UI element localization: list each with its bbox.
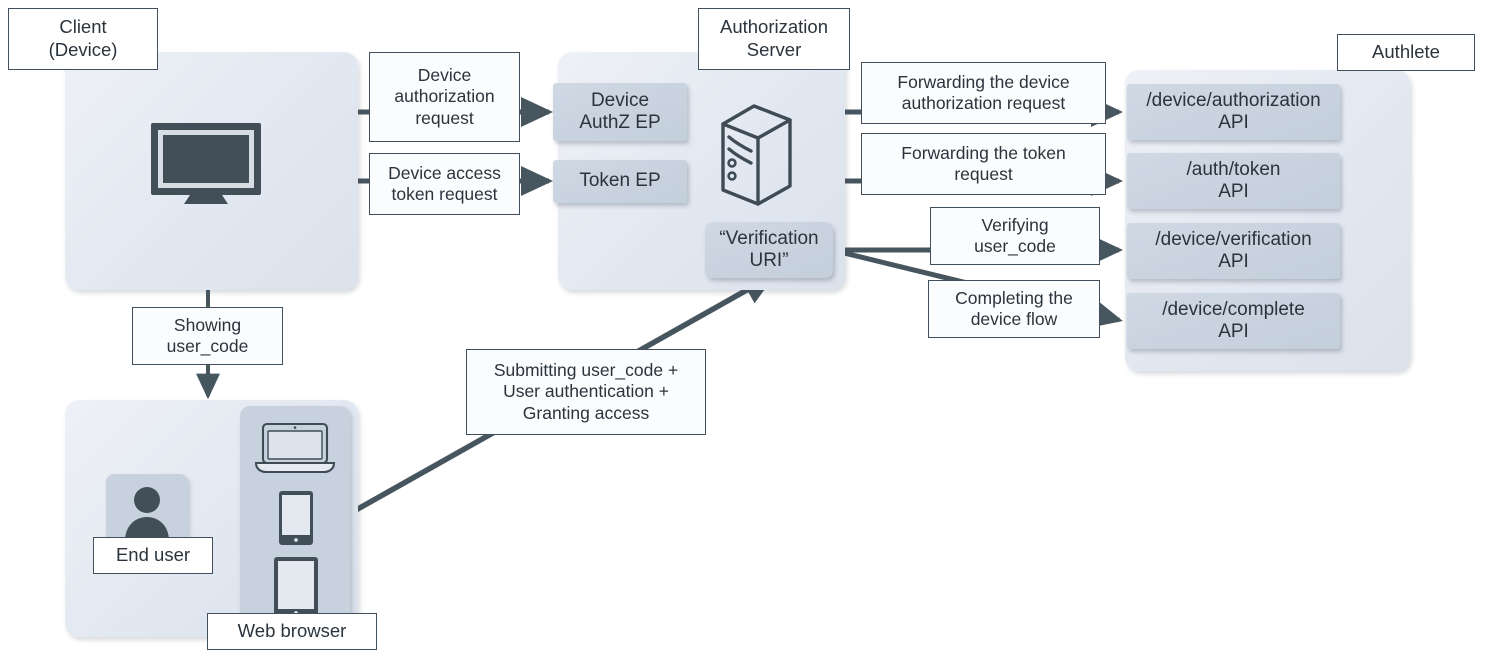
- label-device-access-token-request: Device access token request: [369, 153, 520, 215]
- label-dar-line2: authorization: [394, 86, 495, 107]
- label-submitting-user-code: Submitting user_code + User authenticati…: [466, 349, 706, 435]
- tag-as-line1: Authorization: [720, 16, 828, 38]
- label-showing-user-code: Showing user_code: [132, 307, 283, 365]
- verification-uri-line1: “Verification: [719, 227, 819, 249]
- label-sub-line1: Submitting user_code +: [493, 359, 679, 380]
- api-device-authorization-line1: /device/authorization: [1146, 89, 1321, 111]
- tag-client-line1: Client: [59, 16, 107, 38]
- api-device-verification-line2: API: [1218, 251, 1249, 272]
- api-device-complete-line1: /device/complete: [1162, 298, 1305, 320]
- api-device-verification[interactable]: /device/verification API: [1127, 223, 1340, 279]
- device-authz-ep-line2: AuthZ EP: [579, 112, 661, 133]
- label-suc-line2: user_code: [166, 336, 249, 356]
- verification-uri-line2: URI”: [749, 250, 789, 271]
- label-sub-line2: User authentication +: [503, 381, 669, 402]
- endpoint-token-ep[interactable]: Token EP: [553, 160, 687, 203]
- api-device-authorization-line2: API: [1218, 112, 1249, 133]
- tag-authorization-server: Authorization Server: [698, 8, 850, 70]
- api-auth-token[interactable]: /auth/token API: [1127, 153, 1340, 209]
- tag-authlete: Authlete: [1337, 34, 1475, 71]
- tag-authlete-label: Authlete: [1372, 41, 1440, 63]
- diagram-canvas: Client (Device) Authorization Server Dev…: [0, 0, 1487, 656]
- laptop-icon: [252, 422, 338, 474]
- token-ep-label: Token EP: [579, 170, 661, 192]
- label-sub-line3: Granting access: [522, 402, 650, 423]
- tag-web-browser-label: Web browser: [237, 620, 347, 642]
- endpoint-verification-uri[interactable]: “Verification URI”: [705, 222, 833, 278]
- smartphone-icon: [278, 490, 314, 546]
- api-device-authorization[interactable]: /device/authorization API: [1127, 84, 1340, 140]
- label-datr-line2: token request: [391, 184, 498, 204]
- label-device-authorization-request: Device authorization request: [369, 52, 520, 142]
- api-auth-token-line1: /auth/token: [1186, 158, 1281, 180]
- label-suc-line1: Showing: [173, 314, 242, 335]
- label-ftr-line1: Forwarding the token: [901, 142, 1066, 163]
- label-dar-line1: Device: [417, 64, 472, 85]
- tag-end-user: End user: [93, 537, 213, 574]
- label-cdf-line1: Completing the: [955, 287, 1073, 308]
- tag-as-line2: Server: [746, 39, 802, 60]
- label-vuc-line1: Verifying: [981, 214, 1049, 235]
- label-vuc-line2: user_code: [974, 236, 1056, 256]
- endpoint-device-authz-ep[interactable]: Device AuthZ EP: [553, 83, 687, 141]
- device-authz-ep-line1: Device: [590, 89, 650, 111]
- label-forwarding-device-authorization-request: Forwarding the device authorization requ…: [861, 62, 1106, 124]
- user-avatar-icon: [118, 483, 176, 541]
- tag-end-user-label: End user: [115, 544, 191, 566]
- api-device-verification-line1: /device/verification: [1155, 228, 1312, 250]
- label-fdar-line2: authorization request: [901, 93, 1066, 113]
- label-cdf-line2: device flow: [970, 309, 1058, 329]
- label-dar-line3: request: [415, 107, 474, 128]
- server-tower-icon: [710, 100, 805, 210]
- label-verifying-user-code: Verifying user_code: [930, 207, 1100, 265]
- label-forwarding-token-request: Forwarding the token request: [861, 133, 1106, 195]
- api-device-complete[interactable]: /device/complete API: [1127, 293, 1340, 349]
- label-ftr-line2: request: [954, 164, 1013, 184]
- label-fdar-line1: Forwarding the device: [897, 71, 1070, 92]
- monitor-icon: [150, 122, 272, 204]
- tag-web-browser: Web browser: [207, 613, 377, 650]
- tag-client: Client (Device): [8, 8, 158, 70]
- tag-client-line2: (Device): [48, 39, 118, 60]
- tablet-icon: [273, 556, 319, 618]
- label-datr-line1: Device access: [388, 162, 501, 183]
- api-device-complete-line2: API: [1218, 321, 1249, 342]
- api-auth-token-line2: API: [1218, 181, 1249, 202]
- label-completing-device-flow: Completing the device flow: [928, 280, 1100, 338]
